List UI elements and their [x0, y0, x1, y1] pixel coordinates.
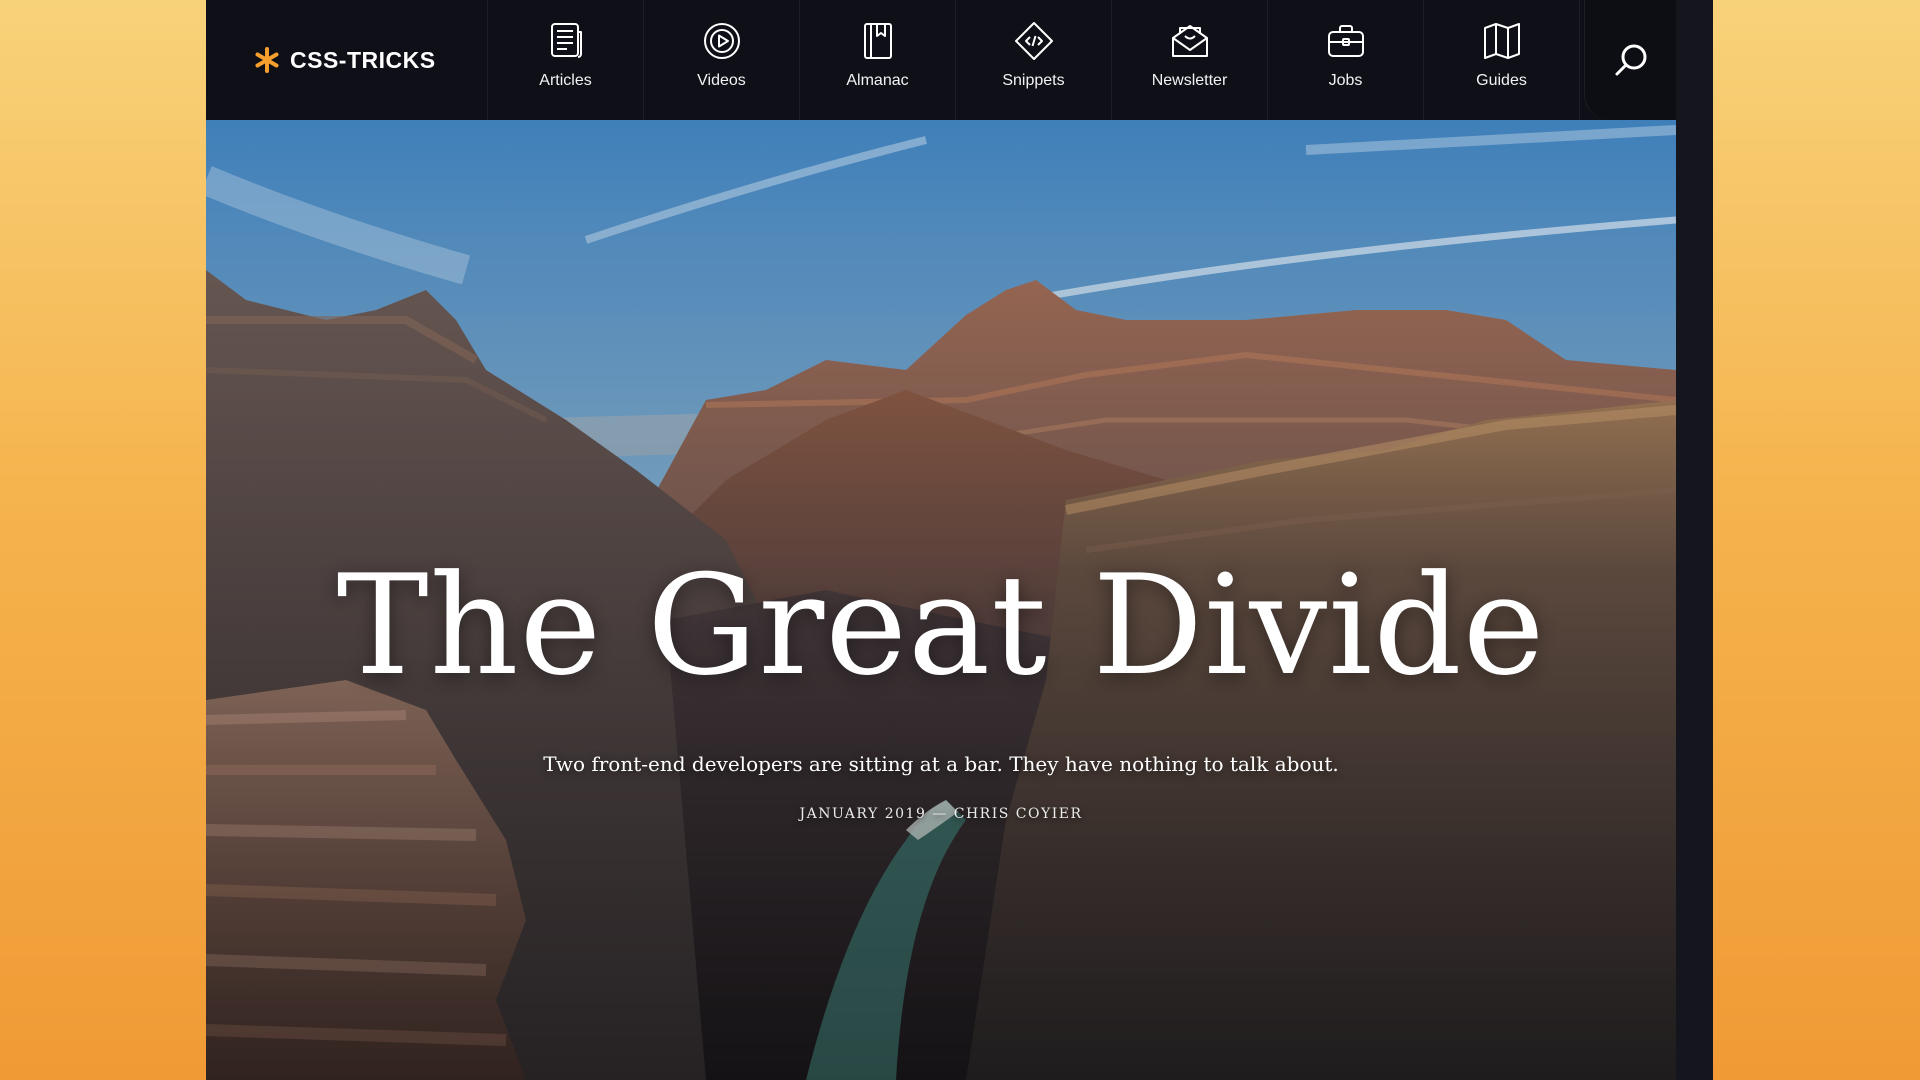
hero-section: The Great Divide Two front-end developer… [206, 120, 1676, 1080]
asterisk-logo-icon [255, 47, 279, 73]
nav-item-guides[interactable]: Guides [1424, 0, 1580, 120]
site-name: CSS-TRICKS [290, 46, 436, 73]
search-button[interactable] [1584, 0, 1677, 120]
article-title[interactable]: The Great Divide [206, 550, 1676, 702]
nav-item-almanac[interactable]: Almanac [800, 0, 956, 120]
nav-item-jobs[interactable]: Jobs [1268, 0, 1424, 120]
nav-item-videos[interactable]: Videos [644, 0, 800, 120]
article-meta: JANUARY 2019 — CHRIS COYIER [799, 806, 1083, 822]
browser-window: CSS-TRICKS Articles Videos Almanac Snipp… [206, 0, 1713, 1080]
nav-label-videos: Videos [697, 72, 746, 89]
site-logo[interactable]: CSS-TRICKS [206, 0, 488, 120]
main-nav: Articles Videos Almanac Snippets Newslet… [488, 0, 1580, 120]
nav-label-guides: Guides [1476, 72, 1527, 89]
nav-label-articles: Articles [539, 72, 592, 89]
article-subtitle: Two front-end developers are sitting at … [543, 752, 1339, 776]
nav-label-almanac: Almanac [846, 72, 909, 89]
code-diamond-icon [1014, 22, 1053, 60]
bookmark-book-icon [863, 23, 892, 59]
site-header: CSS-TRICKS Articles Videos Almanac Snipp… [206, 0, 1677, 120]
nav-label-snippets: Snippets [1002, 72, 1065, 89]
nav-label-jobs: Jobs [1328, 72, 1363, 89]
hero-text: The Great Divide Two front-end developer… [206, 120, 1676, 1080]
envelope-icon [1171, 25, 1208, 57]
window-edge [1676, 0, 1713, 1080]
briefcase-icon [1327, 25, 1364, 57]
nav-label-newsletter: Newsletter [1151, 72, 1228, 89]
newspaper-icon [550, 23, 582, 58]
play-circle-icon [703, 23, 740, 59]
nav-item-snippets[interactable]: Snippets [956, 0, 1112, 120]
nav-item-articles[interactable]: Articles [488, 0, 644, 120]
search-icon [1615, 44, 1647, 76]
map-icon [1483, 23, 1520, 59]
nav-item-newsletter[interactable]: Newsletter [1112, 0, 1268, 120]
